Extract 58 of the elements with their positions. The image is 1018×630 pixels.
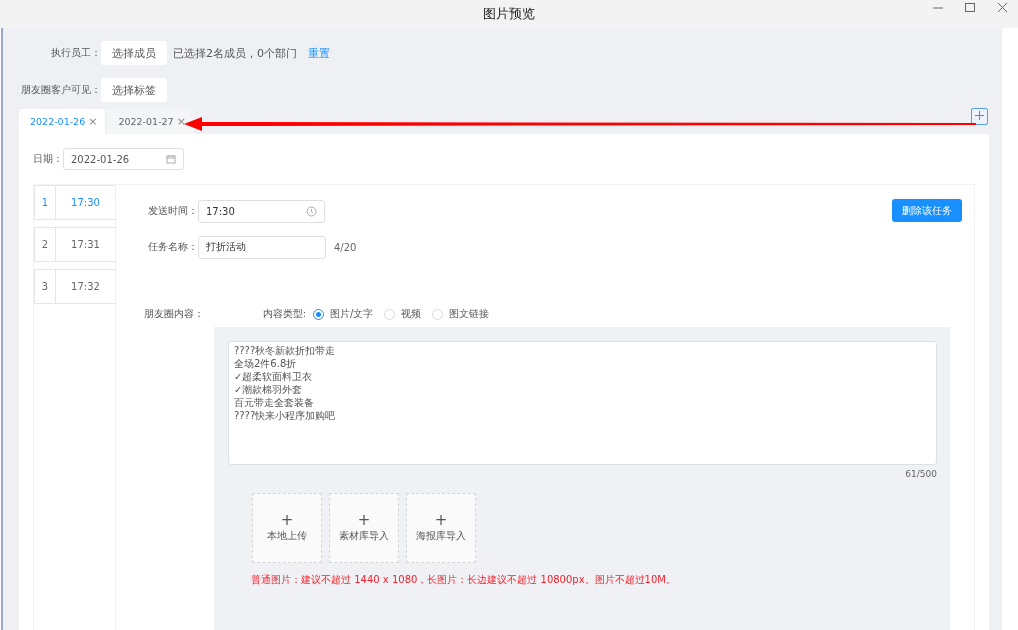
- upload-label: 海报库导入: [416, 529, 466, 543]
- field-label: 朋友圈内容：: [144, 307, 205, 321]
- select-tags-button[interactable]: 选择标签: [101, 78, 167, 102]
- task-time: 17:32: [70, 280, 101, 294]
- field-label: 发送时间：: [147, 204, 198, 218]
- text-line: 百元带走全套装备: [234, 396, 314, 409]
- upload-label: 本地上传: [267, 529, 307, 543]
- task-time: 17:30: [70, 196, 101, 210]
- text-line: ????快来小程序加购吧: [234, 409, 336, 422]
- radio-option[interactable]: 图文链接: [432, 307, 490, 321]
- plus-icon: +: [280, 513, 294, 527]
- image-size-tip: 普通图片：建议不超过 1440 x 1080，长图片：长边建议不超过 10800px。图片不超过10M。: [251, 573, 677, 587]
- tab-label: 2022-01-26: [30, 116, 86, 127]
- upload-tile[interactable]: + 素材库导入: [329, 493, 399, 563]
- field-label: 执行员工：: [50, 46, 101, 60]
- date-tab[interactable]: 2022-01-26 ×: [19, 109, 106, 134]
- upload-label: 素材库导入: [339, 529, 389, 543]
- text-line: ✓超柔软面料卫衣: [234, 370, 313, 383]
- date-field[interactable]: 2022-01-26: [63, 148, 184, 170]
- task-index: 1: [35, 186, 56, 219]
- field-label: 朋友圈客户可见：: [20, 83, 101, 97]
- task-item[interactable]: 2 17:31: [34, 227, 115, 262]
- time-field[interactable]: 17:30: [198, 199, 325, 223]
- task-name-field[interactable]: 打折活动: [198, 235, 326, 259]
- date-tab[interactable]: 2022-01-27 ×: [107, 109, 194, 134]
- task-index: 2: [35, 228, 56, 261]
- char-counter: 61/500: [905, 469, 937, 479]
- clock-icon: [306, 205, 317, 217]
- add-button[interactable]: [971, 108, 988, 125]
- selection-summary: 已选择2名成员，0个部门: [173, 45, 297, 61]
- radio-label: 视频: [401, 307, 422, 321]
- tab-label: 2022-01-27: [118, 116, 174, 127]
- radio-label: 图片/文字: [330, 307, 374, 321]
- radio-option[interactable]: 视频: [384, 307, 422, 321]
- close-icon[interactable]: ×: [88, 115, 98, 128]
- calendar-icon: [166, 154, 176, 164]
- select-members-button[interactable]: 选择成员: [101, 41, 167, 65]
- text-line: 全场2件6.8折: [234, 357, 297, 370]
- plus-icon: [974, 110, 985, 121]
- field-label: 任务名称：: [147, 240, 198, 254]
- upload-tile[interactable]: + 海报库导入: [406, 493, 476, 563]
- field-label: 内容类型:: [261, 307, 306, 321]
- radio-option[interactable]: 图片/文字: [313, 307, 374, 321]
- upload-tile[interactable]: + 本地上传: [252, 493, 322, 563]
- task-index: 3: [35, 270, 56, 303]
- field-label: 日期：: [33, 152, 63, 166]
- plus-icon: +: [434, 513, 448, 527]
- radio-label: 图文链接: [449, 307, 490, 321]
- task-item[interactable]: 3 17:32: [34, 269, 115, 304]
- window-title: 图片预览: [483, 5, 535, 23]
- char-counter: 4/20: [334, 241, 357, 253]
- task-time: 17:31: [70, 238, 101, 252]
- text-line: ✓潮款棉羽外套: [234, 383, 303, 396]
- plus-icon: +: [357, 513, 371, 527]
- time-value: 17:30: [206, 205, 235, 217]
- text-area[interactable]: ????秋冬新款折扣带走 全场2件6.8折 ✓超柔软面料卫衣 ✓潮款棉羽外套 百元带走全套装备 ????快来小程序加购吧: [228, 341, 937, 465]
- date-value: 2022-01-26: [71, 153, 130, 165]
- text-line: ????秋冬新款折扣带走: [234, 344, 336, 357]
